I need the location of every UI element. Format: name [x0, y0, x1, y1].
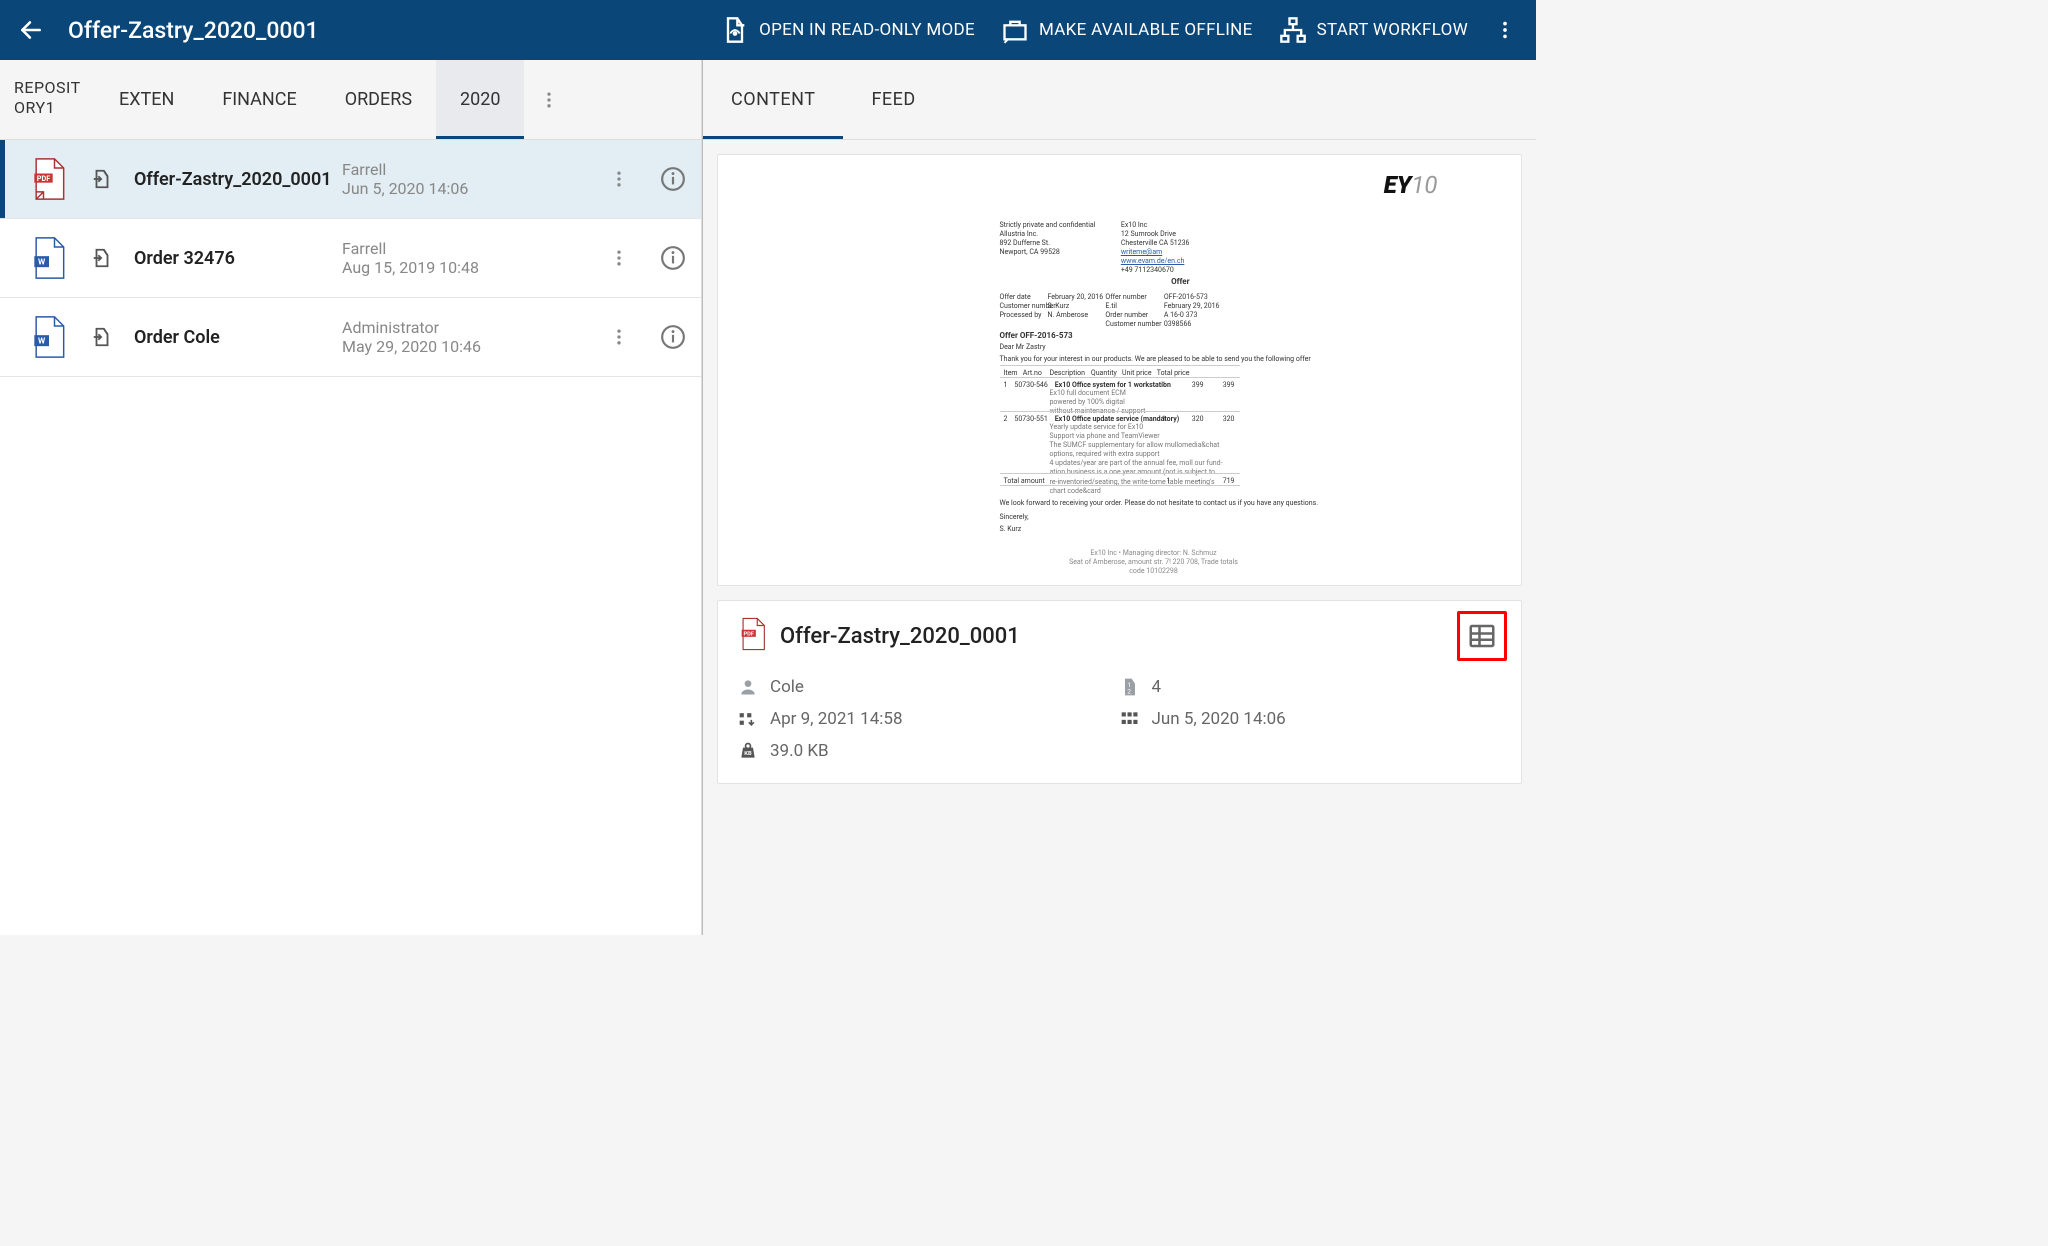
- details-view-button[interactable]: [1457, 611, 1507, 661]
- start-workflow-button[interactable]: START WORKFLOW: [1279, 16, 1468, 44]
- person-icon: [738, 677, 758, 697]
- list-item[interactable]: PDF Offer-Zastry_2020_0001 Farrell Jun 5…: [0, 140, 701, 219]
- row-info-button[interactable]: [659, 244, 687, 272]
- document-preview[interactable]: EY10 Strictly private and confidentialAl…: [717, 154, 1522, 586]
- make-offline-label: MAKE AVAILABLE OFFLINE: [1039, 20, 1253, 40]
- doc-icon: W: [28, 237, 70, 279]
- svg-text:W: W: [38, 257, 46, 267]
- row-more-button[interactable]: [605, 323, 633, 351]
- calendar-icon: [1120, 709, 1140, 729]
- breadcrumb-more[interactable]: [524, 60, 574, 139]
- doc-icon: W: [28, 316, 70, 358]
- tab-feed[interactable]: FEED: [843, 60, 943, 139]
- doc-date: Jun 5, 2020 14:06: [342, 179, 468, 198]
- pages-icon: 12: [1120, 677, 1140, 697]
- svg-text:PDF: PDF: [37, 174, 51, 183]
- left-pane: REPOSITORY1 EXTEN FINANCE ORDERS 2020 PD…: [0, 60, 702, 935]
- svg-text:2: 2: [1127, 688, 1131, 696]
- info-size: KB 39.0 KB: [738, 741, 1120, 761]
- info-created: Jun 5, 2020 14:06: [1120, 709, 1502, 729]
- breadcrumb-item-2020[interactable]: 2020: [436, 60, 524, 139]
- info-pages: 12 4: [1120, 677, 1502, 697]
- info-card: PDF Offer-Zastry_2020_0001 Cole: [717, 600, 1522, 784]
- svg-text:PDF: PDF: [744, 631, 754, 637]
- doc-name: Offer-Zastry_2020_0001: [134, 169, 334, 190]
- row-info-button[interactable]: [659, 165, 687, 193]
- page-title: Offer-Zastry_2020_0001: [68, 17, 319, 44]
- open-location-icon: [90, 325, 114, 349]
- open-readonly-label: OPEN IN READ-ONLY MODE: [759, 20, 975, 40]
- doc-name: Order Cole: [134, 327, 334, 348]
- briefcase-icon: [1001, 16, 1029, 44]
- svg-text:W: W: [38, 336, 46, 346]
- list-item[interactable]: W Order Cole Administrator May 29, 2020 …: [0, 298, 701, 377]
- row-more-button[interactable]: [605, 244, 633, 272]
- back-button[interactable]: [14, 13, 48, 47]
- breadcrumb-item-finance[interactable]: FINANCE: [198, 60, 320, 139]
- row-more-button[interactable]: [605, 165, 633, 193]
- doc-author: Farrell: [342, 239, 479, 258]
- weight-icon: KB: [738, 741, 758, 761]
- pdf-icon: PDF: [738, 617, 768, 655]
- doc-author: Administrator: [342, 318, 481, 337]
- doc-author: Farrell: [342, 160, 468, 179]
- more-menu-button[interactable]: [1488, 13, 1522, 47]
- row-info-button[interactable]: [659, 323, 687, 351]
- info-owner: Cole: [738, 677, 1120, 697]
- document-thumbnail: EY10 Strictly private and confidentialAl…: [790, 165, 1450, 575]
- svg-text:KB: KB: [744, 751, 752, 757]
- breadcrumb-root[interactable]: REPOSITORY1: [0, 60, 95, 139]
- app-bar: Offer-Zastry_2020_0001 OPEN IN READ-ONLY…: [0, 0, 1536, 60]
- list-item[interactable]: W Order 32476 Farrell Aug 15, 2019 10:48: [0, 219, 701, 298]
- start-workflow-label: START WORKFLOW: [1317, 20, 1468, 40]
- document-list: PDF Offer-Zastry_2020_0001 Farrell Jun 5…: [0, 140, 701, 935]
- breadcrumb: REPOSITORY1 EXTEN FINANCE ORDERS 2020: [0, 60, 701, 140]
- pdf-icon: PDF: [28, 158, 70, 200]
- workflow-icon: [1279, 16, 1307, 44]
- info-modified: Apr 9, 2021 14:58: [738, 709, 1120, 729]
- doc-name: Order 32476: [134, 248, 334, 269]
- make-offline-button[interactable]: MAKE AVAILABLE OFFLINE: [1001, 16, 1253, 44]
- info-title: Offer-Zastry_2020_0001: [780, 624, 1020, 649]
- open-location-icon: [90, 246, 114, 270]
- download-date-icon: [738, 709, 758, 729]
- breadcrumb-item-orders[interactable]: ORDERS: [321, 60, 436, 139]
- document-eye-icon: [721, 16, 749, 44]
- open-readonly-button[interactable]: OPEN IN READ-ONLY MODE: [721, 16, 975, 44]
- doc-date: Aug 15, 2019 10:48: [342, 258, 479, 277]
- doc-date: May 29, 2020 10:46: [342, 337, 481, 356]
- tab-content[interactable]: CONTENT: [703, 60, 843, 139]
- open-location-icon: [90, 167, 114, 191]
- breadcrumb-item-exten[interactable]: EXTEN: [95, 60, 198, 139]
- right-tabs: CONTENT FEED: [703, 60, 1536, 140]
- right-pane: CONTENT FEED EY10 Strictly private and c…: [702, 60, 1536, 935]
